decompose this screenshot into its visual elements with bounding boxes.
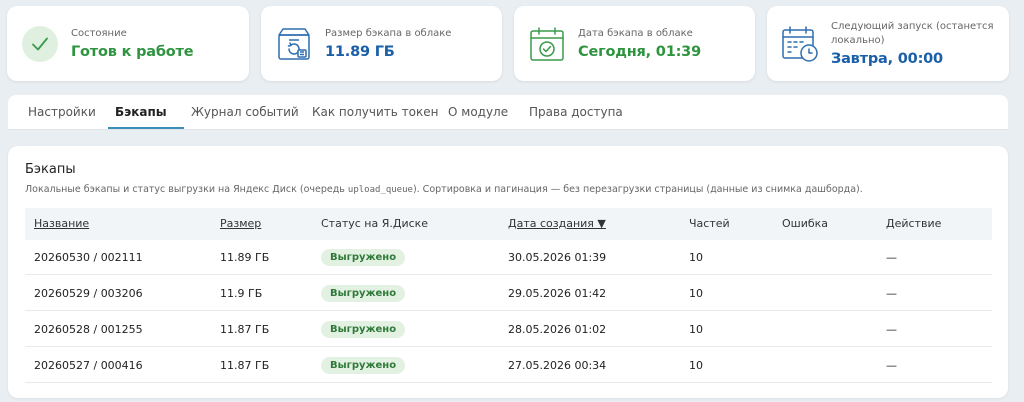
cell-parts: 10: [689, 323, 703, 336]
tab-bar: Настройки Бэкапы Журнал событий Как полу…: [8, 95, 1008, 130]
calendar-clock-icon: [781, 25, 819, 63]
cell-date: 30.05.2026 01:39: [508, 251, 607, 264]
column-header-size[interactable]: Размер: [220, 208, 261, 240]
tab-access-rights[interactable]: Права доступа: [529, 95, 623, 130]
status-card-value: 11.89 ГБ: [325, 44, 395, 60]
column-header-status: Статус на Я.Диске: [321, 217, 429, 230]
cell-size: 11.87 ГБ: [220, 323, 270, 336]
calendar-check-icon: [528, 25, 566, 63]
check-circle-icon: [21, 25, 59, 63]
table-row: 20260527 / 000416 11.87 ГБ Выгружено 27.…: [25, 348, 992, 383]
queue-name-code: upload_queue: [347, 185, 413, 195]
tab-settings[interactable]: Настройки: [28, 95, 96, 130]
status-card-next-run: Следующий запуск (останется локально) За…: [767, 6, 1009, 81]
tab-backups[interactable]: Бэкапы: [115, 95, 167, 130]
status-card-label: Состояние: [71, 28, 127, 39]
description-text: Локальные бэкапы и статус выгрузки на Ян…: [25, 184, 348, 195]
cell-parts: 10: [689, 359, 703, 372]
cell-action: —: [886, 251, 897, 264]
column-header-date[interactable]: Дата создания ▼: [508, 208, 606, 240]
cell-parts: 10: [689, 251, 703, 264]
status-card-cloud-date: Дата бэкапа в облаке Сегодня, 01:39: [514, 6, 755, 81]
status-card-value: Сегодня, 01:39: [578, 44, 701, 60]
column-header-error: Ошибка: [782, 217, 829, 230]
status-card-cloud-size: Размер бэкапа в облаке 11.89 ГБ: [261, 6, 502, 81]
cell-date: 27.05.2026 00:34: [508, 359, 607, 372]
status-card-label: Дата бэкапа в облаке: [578, 28, 693, 39]
status-card-state: Состояние Готов к работе: [7, 6, 249, 81]
status-badge: Выгружено: [321, 285, 406, 302]
cell-action: —: [886, 287, 897, 300]
status-card-label: Следующий запуск (останется локально): [831, 21, 994, 46]
cell-action: —: [886, 323, 897, 336]
cell-name: 20260528 / 001255: [34, 323, 143, 336]
panel-description: Локальные бэкапы и статус выгрузки на Ян…: [25, 184, 863, 195]
cell-action: —: [886, 359, 897, 372]
description-text: ). Сортировка и пагинация — без перезагр…: [412, 184, 863, 195]
table-row: 20260529 / 003206 11.9 ГБ Выгружено 29.0…: [25, 276, 992, 311]
tab-get-token[interactable]: Как получить токен: [312, 95, 438, 130]
tab-event-log[interactable]: Журнал событий: [191, 95, 299, 130]
column-header-action: Действие: [886, 217, 942, 230]
cell-date: 28.05.2026 01:02: [508, 323, 607, 336]
backups-panel: Бэкапы Локальные бэкапы и статус выгрузк…: [8, 146, 1008, 398]
cell-date: 29.05.2026 01:42: [508, 287, 607, 300]
active-tab-indicator: [108, 127, 184, 129]
cell-size: 11.9 ГБ: [220, 287, 263, 300]
cell-size: 11.89 ГБ: [220, 251, 270, 264]
table-row: 20260528 / 001255 11.87 ГБ Выгружено 28.…: [25, 312, 992, 347]
status-card-value: Готов к работе: [71, 44, 194, 60]
table-row: 20260530 / 002111 11.89 ГБ Выгружено 30.…: [25, 240, 992, 275]
table-header: Название Размер Статус на Я.Диске Дата с…: [25, 208, 992, 240]
status-card-value: Завтра, 00:00: [831, 51, 943, 67]
column-header-parts: Частей: [689, 217, 730, 230]
status-badge: Выгружено: [321, 249, 406, 266]
backup-box-icon: [275, 25, 313, 63]
tab-about[interactable]: О модуле: [448, 95, 508, 130]
column-header-name[interactable]: Название: [34, 208, 89, 240]
status-badge: Выгружено: [321, 321, 406, 338]
cell-name: 20260530 / 002111: [34, 251, 143, 264]
panel-title: Бэкапы: [25, 162, 76, 177]
cell-parts: 10: [689, 287, 703, 300]
status-card-label: Размер бэкапа в облаке: [325, 28, 452, 39]
status-badge: Выгружено: [321, 357, 406, 374]
cell-size: 11.87 ГБ: [220, 359, 270, 372]
cell-name: 20260527 / 000416: [34, 359, 143, 372]
cell-name: 20260529 / 003206: [34, 287, 143, 300]
